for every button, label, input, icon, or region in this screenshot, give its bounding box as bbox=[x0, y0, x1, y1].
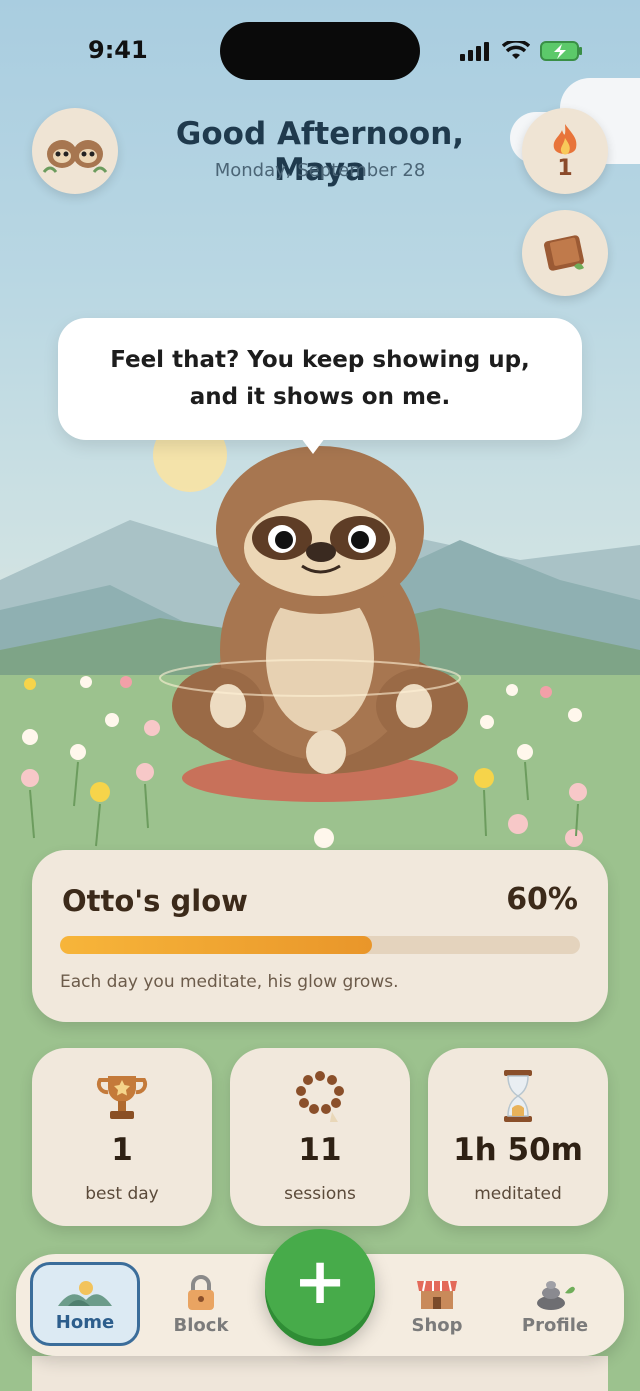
tab-home[interactable]: Home bbox=[30, 1262, 140, 1346]
tab-label: Profile bbox=[521, 1315, 589, 1336]
tab-shop[interactable]: Shop bbox=[382, 1262, 492, 1346]
stat-card-sessions: 11 sessions bbox=[230, 1048, 410, 1226]
battery-charging-icon bbox=[540, 41, 582, 61]
stones-icon bbox=[537, 1281, 575, 1310]
streak-button[interactable]: 1 bbox=[522, 108, 608, 194]
stat-label: sessions bbox=[284, 1184, 356, 1204]
wifi-icon bbox=[502, 41, 530, 59]
trophy-icon bbox=[96, 1076, 148, 1119]
next-card-peek bbox=[32, 1356, 608, 1391]
tab-block[interactable]: Block bbox=[146, 1262, 256, 1346]
speech-bubble: Feel that? You keep showing up, and it s… bbox=[58, 318, 582, 440]
speech-bubble-tail bbox=[298, 434, 328, 454]
prayer-beads-icon bbox=[296, 1071, 344, 1122]
journal-button[interactable] bbox=[522, 210, 608, 296]
glow-progress-fill bbox=[60, 936, 372, 954]
tab-label: Shop bbox=[411, 1315, 463, 1336]
stat-value: 11 bbox=[298, 1132, 342, 1168]
date-label: Monday, September 28 bbox=[214, 160, 426, 181]
stat-card-meditated: 1h 50m meditated bbox=[428, 1048, 608, 1226]
home-landscape-icon bbox=[58, 1281, 112, 1306]
tab-profile[interactable]: Profile bbox=[500, 1262, 610, 1346]
glow-card: Otto's glow 60% Each day you meditate, h… bbox=[32, 850, 608, 1022]
glow-progress-bar bbox=[60, 936, 580, 954]
padlock-icon bbox=[188, 1275, 214, 1310]
avatar[interactable] bbox=[32, 108, 118, 194]
streak-count: 1 bbox=[557, 155, 573, 181]
hourglass-icon bbox=[504, 1070, 532, 1122]
stat-value: 1 bbox=[111, 1132, 133, 1168]
add-session-button[interactable]: + bbox=[265, 1229, 375, 1339]
stat-card-best-day: 1 best day bbox=[32, 1048, 212, 1226]
status-time: 9:41 bbox=[88, 36, 148, 64]
book-icon bbox=[544, 235, 584, 271]
glow-percent: 60% bbox=[506, 882, 578, 917]
flame-icon bbox=[553, 123, 577, 155]
speech-text: Feel that? You keep showing up, and it s… bbox=[110, 347, 530, 410]
status-bar: 9:41 bbox=[0, 0, 640, 100]
shop-icon bbox=[417, 1280, 457, 1309]
sloths-avatar-icon bbox=[42, 140, 108, 173]
stat-label: best day bbox=[85, 1184, 159, 1204]
glow-title: Otto's glow bbox=[62, 884, 248, 918]
stat-label: meditated bbox=[474, 1184, 562, 1204]
plus-icon: + bbox=[293, 1245, 347, 1319]
status-icons bbox=[460, 40, 584, 62]
glow-subtitle: Each day you meditate, his glow grows. bbox=[60, 972, 399, 992]
cellular-signal-icon bbox=[460, 42, 489, 61]
tab-label: Home bbox=[55, 1312, 115, 1333]
tab-label: Block bbox=[173, 1315, 229, 1336]
dynamic-island bbox=[220, 22, 420, 80]
stat-value: 1h 50m bbox=[453, 1132, 583, 1168]
